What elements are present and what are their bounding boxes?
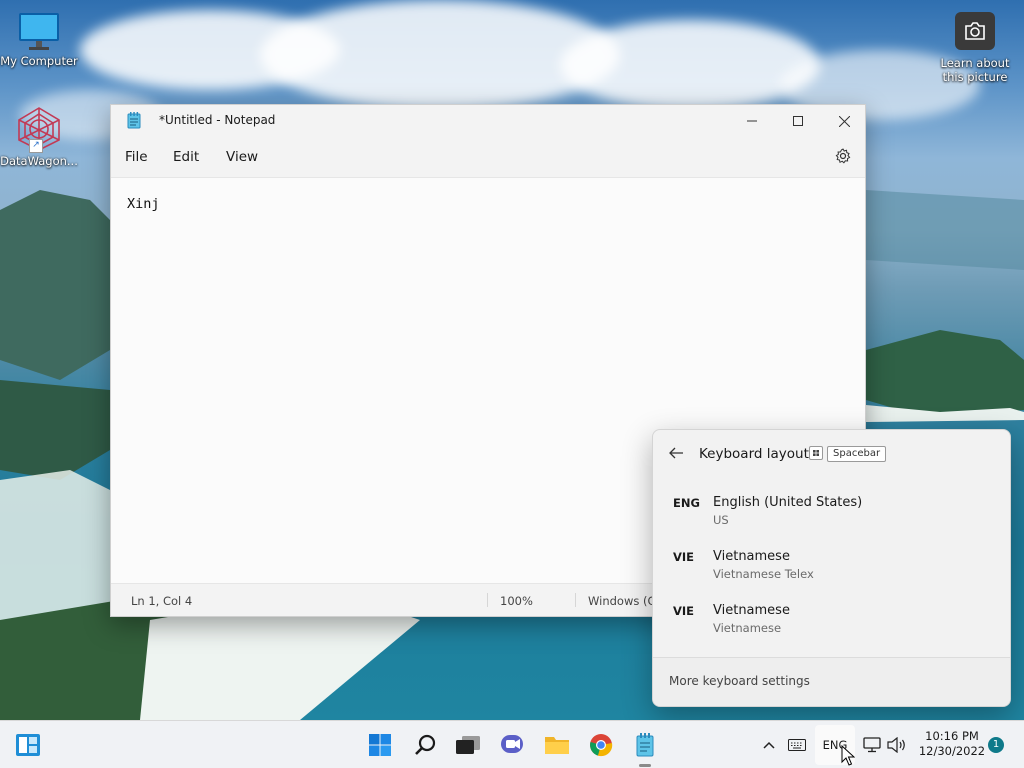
layout-item-vie-telex[interactable]: VIE Vietnamese Vietnamese Telex — [653, 544, 1010, 594]
minimize-button[interactable] — [729, 105, 775, 137]
desktop-icon-my-computer[interactable]: My Computer — [0, 12, 78, 68]
window-title: *Untitled - Notepad — [159, 113, 276, 127]
menu-edit[interactable]: Edit — [173, 149, 199, 165]
chrome-icon[interactable] — [587, 731, 615, 759]
task-view-icon[interactable] — [454, 731, 482, 759]
settings-gear-icon[interactable] — [835, 148, 851, 168]
layout-subtitle: US — [713, 513, 729, 527]
keyboard-layout-flyout: Keyboard layout Spacebar ENG English (Un… — [652, 429, 1011, 707]
shortcut-arrow-icon: ↗ — [29, 139, 43, 153]
spacebar-key-label: Spacebar — [827, 446, 887, 462]
clock-date: 12/30/2022 — [918, 744, 986, 758]
notepad-titlebar[interactable]: *Untitled - Notepad — [111, 105, 865, 137]
layout-item-vie[interactable]: VIE Vietnamese Vietnamese — [653, 598, 1010, 648]
layout-code: ENG — [673, 496, 700, 510]
menu-view[interactable]: View — [226, 149, 258, 165]
back-arrow-icon[interactable] — [667, 444, 685, 462]
layout-subtitle: Vietnamese — [713, 621, 782, 635]
notepad-icon[interactable] — [631, 731, 659, 759]
notification-badge[interactable]: 1 — [988, 737, 1004, 753]
layout-code: VIE — [673, 604, 695, 618]
file-explorer-icon[interactable] — [543, 731, 571, 759]
maximize-button[interactable] — [775, 105, 821, 137]
clock-time: 10:16 PM — [925, 729, 979, 743]
menu-file[interactable]: File — [125, 149, 148, 165]
widgets-icon[interactable] — [14, 731, 42, 759]
monitor-icon — [17, 12, 61, 52]
flyout-title: Keyboard layout — [699, 446, 809, 462]
status-line-ending: Windows (C — [588, 594, 656, 608]
start-icon[interactable] — [366, 731, 394, 759]
notepad-icon — [127, 112, 141, 133]
mouse-cursor-icon — [841, 744, 856, 768]
close-icon — [838, 115, 850, 127]
camera-icon — [955, 12, 995, 50]
active-app-indicator — [639, 764, 651, 767]
layout-subtitle: Vietnamese Telex — [713, 567, 814, 581]
minimize-icon — [747, 120, 757, 122]
datawagon-icon: ↗ — [15, 106, 63, 153]
flyout-footer: More keyboard settings — [653, 657, 1010, 706]
status-cursor-position: Ln 1, Col 4 — [131, 594, 193, 608]
menu-bar: File Edit View — [111, 137, 865, 178]
maximize-icon — [793, 116, 803, 126]
status-divider — [575, 593, 576, 607]
windows-key-icon — [809, 446, 823, 460]
layout-code: VIE — [673, 550, 695, 564]
show-hidden-icons-chevron-icon[interactable] — [760, 721, 778, 768]
layout-name: Vietnamese — [713, 603, 790, 618]
chat-icon[interactable] — [498, 731, 526, 759]
layout-item-eng[interactable]: ENG English (United States) US — [653, 490, 1010, 540]
close-button[interactable] — [821, 105, 867, 137]
desktop-icon-label: My Computer — [0, 54, 78, 68]
layout-name: English (United States) — [713, 495, 863, 510]
learn-about-line1: Learn about — [940, 56, 1010, 70]
more-keyboard-settings-link[interactable]: More keyboard settings — [669, 674, 810, 688]
layout-name: Vietnamese — [713, 549, 790, 564]
flyout-header: Keyboard layout Spacebar — [653, 430, 1010, 478]
learn-about-line2: this picture — [942, 70, 1008, 84]
volume-icon[interactable] — [886, 721, 908, 768]
network-icon[interactable] — [862, 721, 882, 768]
editor-content: Xinj — [127, 196, 160, 212]
clock[interactable]: 10:16 PM 12/30/2022 — [916, 729, 988, 759]
desktop-icon-label: DataWagon... — [0, 154, 78, 168]
status-zoom: 100% — [500, 594, 533, 608]
status-divider — [487, 593, 488, 607]
touch-keyboard-icon[interactable] — [786, 721, 808, 768]
taskbar: ENG 10:16 PM 12/30/2022 1 — [0, 720, 1024, 768]
learn-about-picture[interactable]: Learn about this picture — [935, 12, 1015, 84]
desktop-icon-datawagon[interactable]: ↗ DataWagon... — [0, 106, 78, 168]
search-icon[interactable] — [411, 731, 439, 759]
